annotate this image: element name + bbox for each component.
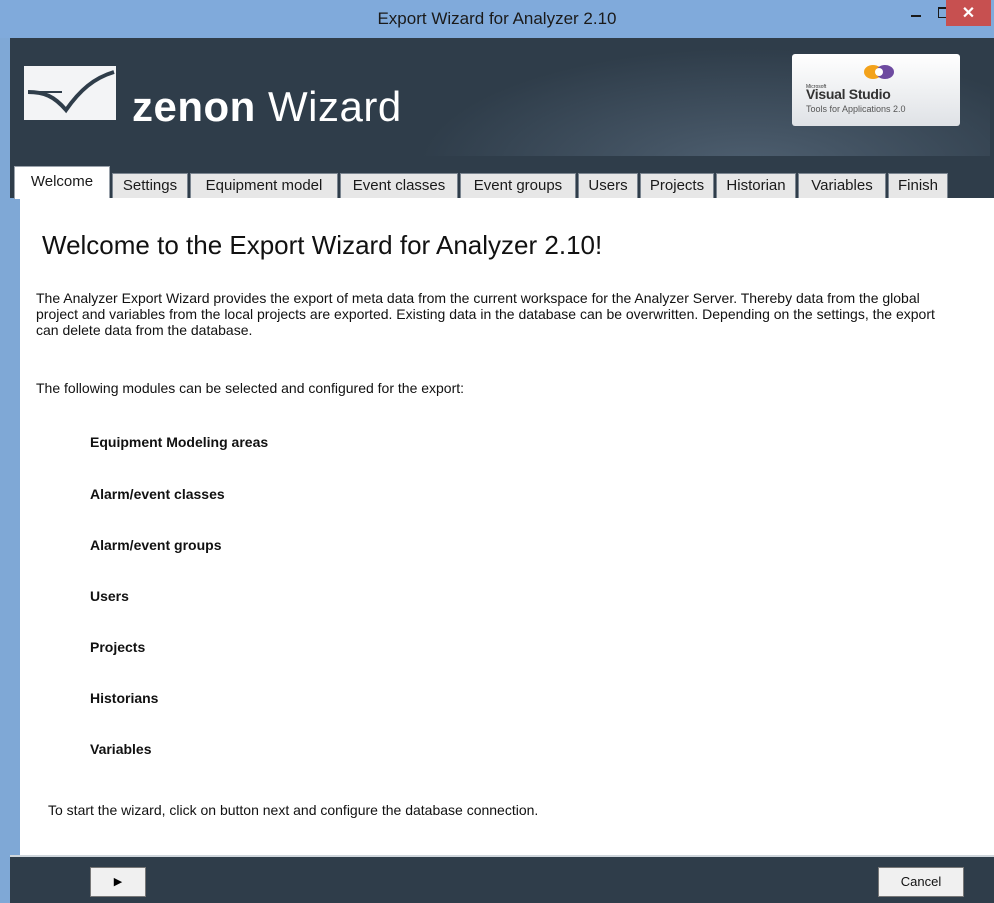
next-button[interactable]: ▶ (90, 867, 146, 897)
tab-historian[interactable]: Historian (716, 173, 796, 198)
module-item: Alarm/event groups (90, 537, 222, 553)
zenon-logo (24, 66, 116, 120)
tab-finish[interactable]: Finish (888, 173, 948, 198)
play-icon: ▶ (113, 876, 123, 888)
tab-event-groups[interactable]: Event groups (460, 173, 576, 198)
tab-projects[interactable]: Projects (640, 173, 714, 198)
brand-wizard: Wizard (268, 83, 402, 130)
tab-welcome[interactable]: Welcome (14, 166, 110, 199)
tab-event-classes[interactable]: Event classes (340, 173, 458, 198)
vs-sub-label: Tools for Applications 2.0 (806, 104, 906, 114)
footer-bar: ▶ Cancel (10, 855, 994, 903)
zenon-check-icon (27, 70, 115, 114)
minimize-icon (911, 15, 921, 17)
module-item: Historians (90, 690, 159, 706)
brand-title: zenon Wizard (132, 83, 402, 131)
page-title: Welcome to the Export Wizard for Analyze… (42, 230, 603, 260)
welcome-page: Welcome to the Export Wizard for Analyze… (20, 198, 994, 855)
close-button[interactable]: ✕ (946, 0, 991, 26)
vs-main-label: Visual Studio (806, 86, 891, 102)
cancel-button[interactable]: Cancel (878, 867, 964, 897)
window-title: Export Wizard for Analyzer 2.10 (377, 9, 617, 28)
tab-equipment-model[interactable]: Equipment model (190, 173, 338, 198)
tab-strip: Welcome Settings Equipment model Event c… (10, 156, 994, 199)
module-item: Users (90, 588, 129, 604)
intro-paragraph: The Analyzer Export Wizard provides the … (36, 290, 935, 338)
tab-settings[interactable]: Settings (112, 173, 188, 198)
close-icon: ✕ (961, 5, 976, 22)
module-item: Equipment Modeling areas (90, 434, 269, 450)
modules-lead: The following modules can be selected an… (36, 380, 465, 396)
module-item: Alarm/event classes (90, 486, 225, 502)
module-item: Projects (90, 639, 146, 655)
start-instruction: To start the wizard, click on button nex… (48, 802, 539, 818)
header-banner: zenon Wizard Microsoft Visual Studio Too… (10, 38, 994, 156)
vs-logo-icon (864, 65, 894, 79)
wizard-window: Export Wizard for Analyzer 2.10 ✕ zenon … (0, 0, 994, 903)
minimize-button[interactable] (902, 0, 930, 26)
tab-variables[interactable]: Variables (798, 173, 886, 198)
tab-users[interactable]: Users (578, 173, 638, 198)
title-bar[interactable]: Export Wizard for Analyzer 2.10 ✕ (0, 0, 994, 38)
module-item: Variables (90, 741, 152, 757)
brand-zenon: zenon (132, 83, 256, 130)
visual-studio-badge: Microsoft Visual Studio Tools for Applic… (792, 54, 960, 126)
